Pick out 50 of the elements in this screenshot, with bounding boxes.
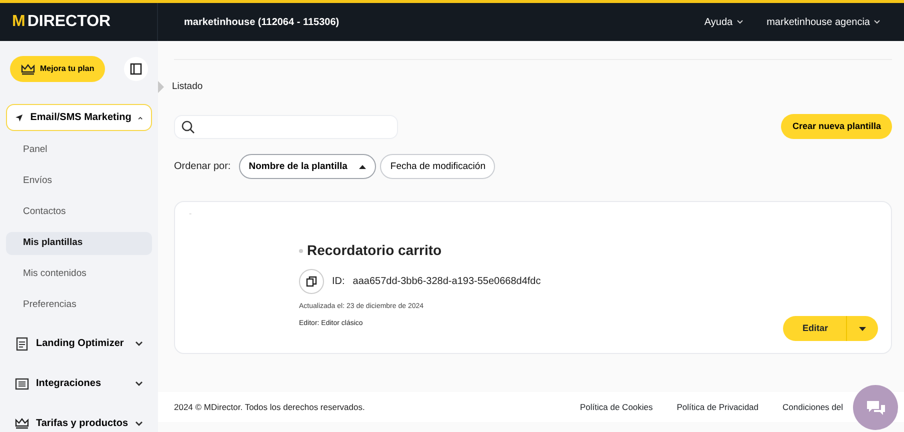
footer-link[interactable]: Política de Privacidad <box>676 400 759 414</box>
edit-button[interactable]: Editar <box>783 316 847 342</box>
sidebar-item[interactable]: Contactos <box>6 201 152 224</box>
sidebar-item[interactable]: Mis plantillas <box>6 232 152 255</box>
chevron-up-icon <box>138 114 143 120</box>
chat-button[interactable] <box>853 385 898 430</box>
caret-down-icon <box>859 326 866 331</box>
sidebar-section[interactable]: Tarifas y productos <box>6 410 152 432</box>
crown-icon <box>21 62 35 76</box>
chat-bubbles-icon <box>864 398 886 416</box>
upgrade-button[interactable]: Mejora tu plan <box>10 56 106 82</box>
sort-button[interactable]: Nombre de la plantilla <box>238 154 376 180</box>
account-name: marketinhouse (112064 - 115306) <box>184 16 340 30</box>
id-label: ID: <box>332 275 345 290</box>
search-icon <box>181 120 195 134</box>
sidebar-section[interactable]: Landing Optimizer <box>6 330 152 357</box>
chevron-down-icon <box>135 340 143 346</box>
dropdown-toggle-button[interactable] <box>846 316 878 342</box>
sidebar-item[interactable]: Mis contenidos <box>6 263 152 286</box>
chevron-down-icon <box>135 420 143 426</box>
header-menu[interactable]: Ayuda <box>704 14 743 30</box>
header-menu[interactable]: marketinhouse agencia <box>766 14 880 30</box>
list-icon <box>15 376 29 390</box>
sidebar-section[interactable]: Integraciones <box>6 370 152 397</box>
sidebar-item[interactable]: Preferencias <box>6 294 152 317</box>
panel-icon <box>130 63 142 75</box>
chevron-down-icon <box>736 20 743 24</box>
document-icon <box>15 336 29 350</box>
sidebar-section[interactable]: Email/SMS Marketing <box>6 104 152 131</box>
template-id: aaa657dd-3bb6-328d-a193-55e0668d4fdc <box>352 275 541 290</box>
search-field[interactable] <box>174 114 398 139</box>
template-title: Recordatorio carrito <box>307 241 442 260</box>
chevron-down-icon <box>135 380 143 386</box>
copy-icon <box>306 276 317 288</box>
sort-label: Ordenar por: <box>174 160 231 174</box>
sidebar-toggle-button[interactable] <box>124 57 148 81</box>
copy-button[interactable] <box>299 269 324 294</box>
corner-mark: - <box>189 210 193 218</box>
create-template-button[interactable]: Crear nueva plantilla <box>781 114 892 140</box>
chevron-down-icon <box>874 20 880 24</box>
sidebar-item[interactable]: Envíos <box>6 170 152 193</box>
footer-link[interactable]: Condiciones del <box>782 400 843 414</box>
dot-icon <box>299 248 303 253</box>
sidebar-item[interactable]: Panel <box>6 139 152 162</box>
breadcrumb-text: Listado <box>172 80 203 94</box>
footer-link[interactable]: Política de Cookies <box>580 400 653 414</box>
crown-icon <box>15 416 29 430</box>
sort-button[interactable]: Fecha de modificación <box>380 154 496 180</box>
copyright-text: 2024 © MDirector. Todos los derechos reservados. <box>174 400 365 414</box>
caret-up-icon <box>359 164 366 169</box>
